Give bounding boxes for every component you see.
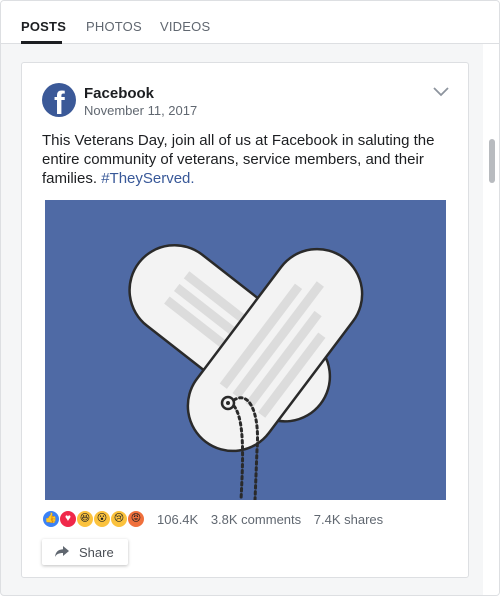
tab-bar: POSTS PHOTOS VIDEOS	[1, 1, 499, 44]
chevron-down-icon[interactable]	[433, 87, 449, 97]
tab-posts[interactable]: POSTS	[21, 19, 66, 34]
wow-icon: 😮	[93, 510, 111, 528]
share-label: Share	[79, 545, 114, 560]
angry-icon: 😡	[127, 510, 145, 528]
post-image[interactable]	[45, 200, 446, 500]
scrollbar-thumb[interactable]	[489, 139, 495, 183]
post-card: f Facebook November 11, 2017 This Vetera…	[21, 62, 469, 578]
facebook-logo-icon[interactable]: f	[42, 83, 76, 117]
reactions-count[interactable]: 106.4K	[157, 512, 198, 527]
share-arrow-icon	[55, 546, 69, 557]
shares-count[interactable]: 7.4K shares	[314, 512, 383, 527]
dog-tags-heart-illustration	[45, 200, 446, 500]
active-tab-indicator	[21, 41, 62, 44]
haha-icon: 😆	[76, 510, 94, 528]
scrollbar-track[interactable]	[483, 44, 499, 595]
like-icon: 👍	[42, 510, 60, 528]
post-author[interactable]: Facebook	[84, 85, 154, 102]
share-button[interactable]: Share	[42, 539, 128, 565]
tab-photos[interactable]: PHOTOS	[86, 19, 142, 34]
love-icon: ♥	[59, 510, 77, 528]
sad-icon: 😢	[110, 510, 128, 528]
post-metrics: 106.4K 3.8K comments 7.4K shares	[157, 512, 392, 527]
hashtag-link[interactable]: #TheyServed.	[101, 170, 194, 187]
comments-count[interactable]: 3.8K comments	[211, 512, 301, 527]
page-frame: POSTS PHOTOS VIDEOS f Facebook November …	[0, 0, 500, 596]
post-date[interactable]: November 11, 2017	[84, 103, 197, 118]
post-text: This Veterans Day, join all of us at Fac…	[42, 131, 452, 188]
tab-videos[interactable]: VIDEOS	[160, 19, 210, 34]
